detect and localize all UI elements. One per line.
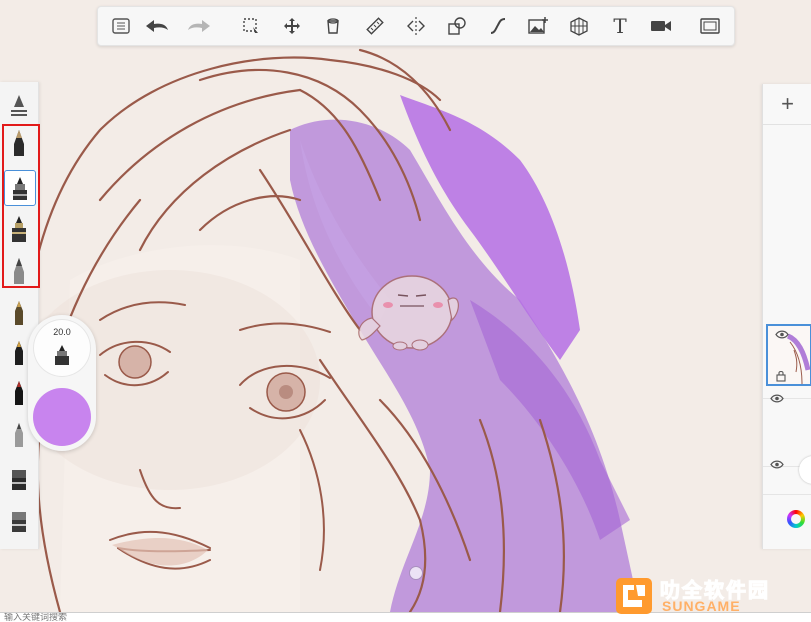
redo-icon[interactable] xyxy=(184,11,214,41)
drawing-canvas[interactable] xyxy=(0,0,811,612)
perspective-icon[interactable] xyxy=(564,11,594,41)
brush-adjust-icon[interactable] xyxy=(4,88,34,122)
brush-size-puck[interactable]: 20.0 xyxy=(33,319,91,377)
pencil-brush-icon[interactable] xyxy=(4,126,34,160)
artwork xyxy=(18,48,640,612)
add-layer-button[interactable]: + xyxy=(763,84,811,125)
canvas-pan-handle[interactable] xyxy=(409,566,423,580)
record-icon[interactable] xyxy=(646,11,676,41)
eye-icon[interactable] xyxy=(775,330,789,339)
move-icon[interactable] xyxy=(277,11,307,41)
lock-icon[interactable] xyxy=(776,370,786,382)
layer-row[interactable] xyxy=(763,322,811,399)
curve-icon[interactable] xyxy=(483,11,513,41)
marker-brush-icon[interactable] xyxy=(4,170,36,206)
top-toolbar: T xyxy=(97,6,735,46)
eye-icon[interactable] xyxy=(770,460,784,469)
eye-icon[interactable] xyxy=(770,394,784,403)
site-watermark: 叻全软件园 SUNGAME xyxy=(614,574,806,618)
fullscreen-icon[interactable] xyxy=(695,11,725,41)
menu-icon[interactable] xyxy=(106,11,136,41)
symmetry-icon[interactable] xyxy=(401,11,431,41)
undo-icon[interactable] xyxy=(142,11,172,41)
selection-icon[interactable] xyxy=(236,11,266,41)
current-brush-icon xyxy=(55,345,69,365)
layer-thumbnail[interactable] xyxy=(766,324,811,386)
watermark-subtext: SUNGAME xyxy=(662,598,741,614)
brush-color-puck[interactable] xyxy=(33,388,91,446)
text-icon[interactable]: T xyxy=(605,11,635,41)
eraser-brush-icon[interactable] xyxy=(4,462,34,496)
layer-editor: + xyxy=(762,84,811,549)
bucket-icon[interactable] xyxy=(318,11,348,41)
airbrush-brush-icon[interactable] xyxy=(4,212,34,246)
brush-properties-panel: 20.0 xyxy=(28,315,96,451)
fineliner-brush-icon[interactable] xyxy=(4,296,34,330)
color-wheel-icon[interactable] xyxy=(787,510,805,528)
block-eraser-brush-icon[interactable] xyxy=(4,504,34,538)
soft-pencil-brush-icon[interactable] xyxy=(4,254,34,288)
brush-library xyxy=(0,82,39,549)
ruler-icon[interactable] xyxy=(360,11,390,41)
add-image-icon[interactable] xyxy=(523,11,553,41)
watermark-logo-icon xyxy=(616,578,652,614)
shapes-icon[interactable] xyxy=(442,11,472,41)
brush-size-value: 20.0 xyxy=(53,327,71,337)
